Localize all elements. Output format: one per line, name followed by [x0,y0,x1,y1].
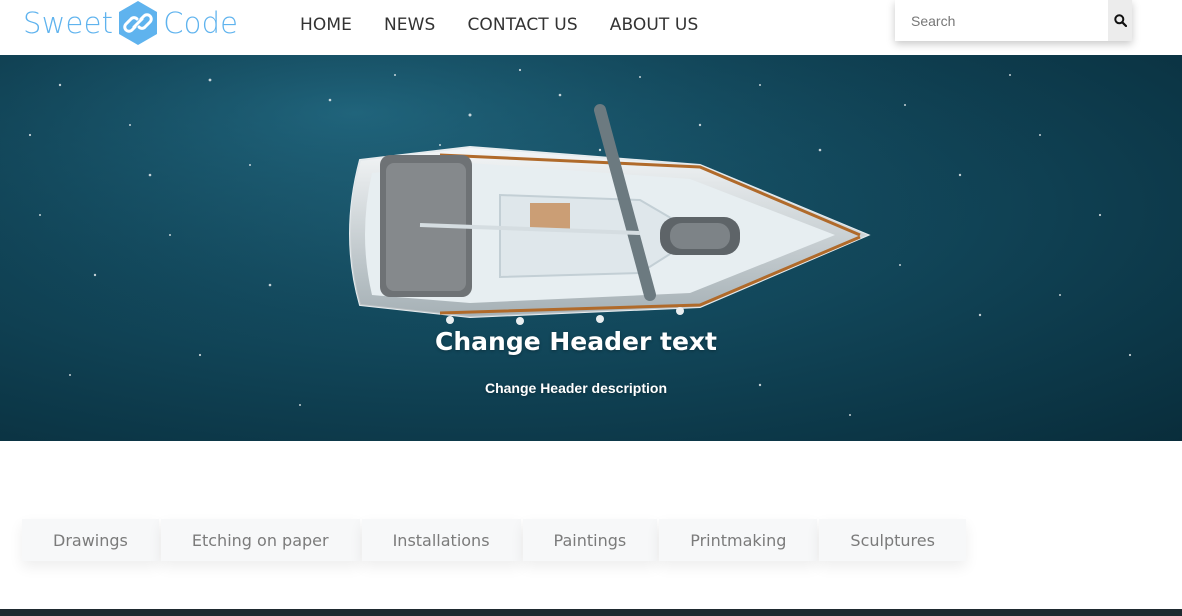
site-logo[interactable]: Sweet Code [23,0,238,46]
hero-description: Change Header description [484,380,668,396]
nav-contact-us[interactable]: CONTACT US [467,15,577,35]
main-nav: HOME NEWS CONTACT US ABOUT US [300,15,698,35]
footer-strip [0,609,1182,616]
logo-text-right: Code [163,6,239,40]
link-icon [119,1,158,45]
nav-about-us[interactable]: ABOUT US [610,15,699,35]
category-drawings[interactable]: Drawings [22,519,159,561]
nav-home[interactable]: HOME [300,15,352,35]
category-printmaking[interactable]: Printmaking [659,519,818,561]
category-installations[interactable]: Installations [361,519,521,561]
category-paintings[interactable]: Paintings [522,519,658,561]
logo-text-left: Sweet [23,6,114,40]
search-icon [1113,14,1127,27]
category-etching-on-paper[interactable]: Etching on paper [160,519,360,561]
search-input[interactable] [895,0,1108,41]
search-button[interactable] [1108,0,1132,41]
search-box [895,0,1132,41]
hero-title: Change Header text [435,327,717,356]
hero-banner: Change Header text Change Header descrip… [0,55,1182,441]
category-filter-bar: Drawings Etching on paper Installations … [22,519,966,561]
category-sculptures[interactable]: Sculptures [819,519,966,561]
top-navbar: Sweet Code HOME NEWS CONTACT US ABOUT US [0,0,1182,55]
nav-news[interactable]: NEWS [384,15,435,35]
